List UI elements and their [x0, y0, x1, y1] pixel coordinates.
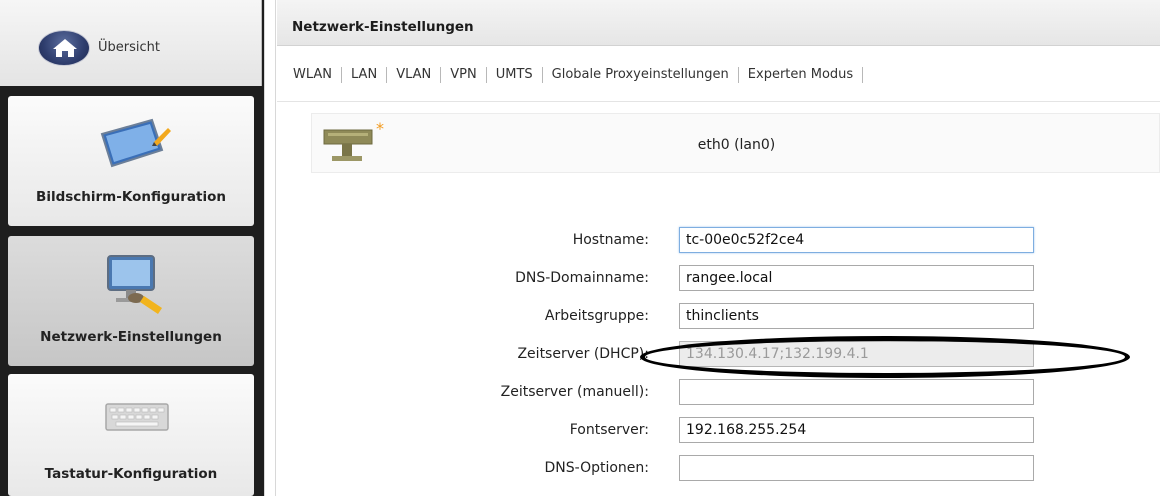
- timeserver-dhcp-field: [679, 341, 1034, 367]
- home-icon: [38, 30, 90, 66]
- tab-vlan[interactable]: VLAN: [387, 67, 442, 83]
- tab-vpn[interactable]: VPN: [441, 67, 487, 83]
- form-row-timeserver-dhcp: Zeitserver (DHCP):: [277, 341, 1160, 367]
- network-monitor-icon: [107, 255, 162, 314]
- timeserver-manual-field[interactable]: [679, 379, 1034, 405]
- main-panel: Netzwerk-Einstellungen WLAN LAN VLAN VPN…: [277, 0, 1160, 496]
- sidebar: Übersicht Bildschirm-Konfiguration Netzw…: [0, 0, 264, 496]
- timeserver-dhcp-label: Zeitserver (DHCP):: [517, 346, 649, 362]
- interface-header[interactable]: * eth0 (lan0): [311, 113, 1160, 173]
- tab-lan[interactable]: LAN: [342, 67, 388, 83]
- dns-options-label: DNS-Optionen:: [544, 460, 649, 476]
- form-row-fontserver: Fontserver:: [277, 417, 1160, 443]
- form-row-timeserver-manual: Zeitserver (manuell):: [277, 379, 1160, 405]
- fontserver-label: Fontserver:: [569, 422, 649, 438]
- form-row-workgroup: Arbeitsgruppe:: [277, 303, 1160, 329]
- dns-options-field[interactable]: [679, 455, 1034, 481]
- hostname-label: Hostname:: [572, 232, 649, 248]
- overview-button[interactable]: Übersicht: [0, 0, 262, 86]
- tab-expert-mode[interactable]: Experten Modus: [739, 67, 864, 83]
- form-row-hostname: Hostname:: [277, 227, 1160, 253]
- sidebar-item-bildschirm[interactable]: Bildschirm-Konfiguration: [8, 96, 254, 226]
- dns-domain-label: DNS-Domainname:: [515, 270, 649, 286]
- overview-label: Übersicht: [98, 40, 160, 55]
- workgroup-label: Arbeitsgruppe:: [544, 308, 649, 324]
- panel-header: Netzwerk-Einstellungen: [277, 0, 1160, 46]
- sidebar-item-label: Netzwerk-Einstellungen: [40, 329, 222, 345]
- tab-umts[interactable]: UMTS: [487, 67, 543, 83]
- tab-proxy[interactable]: Globale Proxyeinstellungen: [543, 67, 739, 83]
- splitter[interactable]: [264, 0, 276, 496]
- page-title: Netzwerk-Einstellungen: [292, 19, 474, 35]
- sidebar-item-label: Tastatur-Konfiguration: [44, 466, 218, 482]
- sidebar-item-netzwerk[interactable]: Netzwerk-Einstellungen: [8, 236, 254, 366]
- dns-domain-field[interactable]: [679, 265, 1034, 291]
- monitor-pencil-icon: [100, 118, 171, 168]
- tab-bar: WLAN LAN VLAN VPN UMTS Globale Proxyeins…: [277, 46, 1160, 102]
- tab-wlan[interactable]: WLAN: [293, 67, 343, 83]
- keyboard-icon: [105, 403, 169, 431]
- interface-label: eth0 (lan0): [697, 137, 776, 153]
- modified-marker: *: [376, 120, 384, 138]
- sidebar-item-tastatur[interactable]: Tastatur-Konfiguration: [8, 374, 254, 496]
- timeserver-manual-label: Zeitserver (manuell):: [500, 384, 649, 400]
- sidebar-item-label: Bildschirm-Konfiguration: [36, 189, 226, 205]
- workgroup-field[interactable]: [679, 303, 1034, 329]
- fontserver-field[interactable]: [679, 417, 1034, 443]
- form-row-dns-options: DNS-Optionen:: [277, 455, 1160, 481]
- form-row-dns-domain: DNS-Domainname:: [277, 265, 1160, 291]
- hostname-field[interactable]: [679, 227, 1034, 253]
